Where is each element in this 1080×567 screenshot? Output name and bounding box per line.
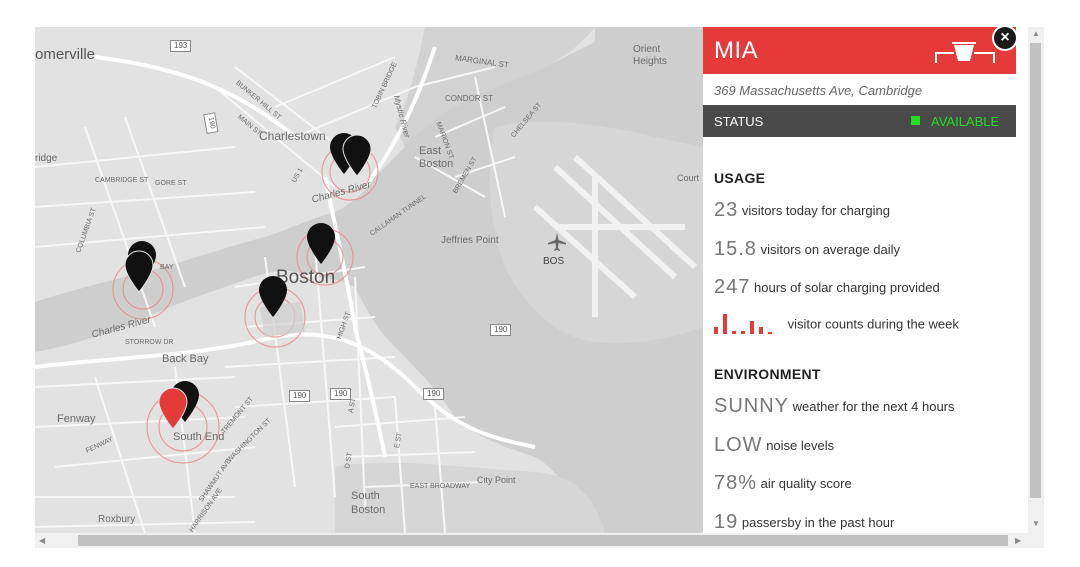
station-detail-panel: MIA × 369 Massachusetts Ave, Cambridge S… <box>703 27 1016 533</box>
map-label: South End <box>173 431 225 443</box>
week-chart-row: visitor counts during the week <box>714 314 959 334</box>
scroll-left-icon[interactable]: ◀ <box>39 536 45 545</box>
status-label: STATUS <box>714 114 764 129</box>
environment-row: 19 passersby in the past hour <box>714 511 894 533</box>
highway-shield: 190 <box>490 324 512 336</box>
street-label: CAMBRIDGE ST <box>95 177 149 184</box>
usage-value: 247 <box>714 276 751 298</box>
environment-value: 19 <box>714 511 739 533</box>
environment-value: LOW <box>714 434 763 456</box>
street-label: GORE ST <box>155 180 187 187</box>
environment-row: 78% air quality score <box>714 472 852 495</box>
scroll-up-icon[interactable]: ▲ <box>1032 29 1040 38</box>
highway-shield: 190 <box>423 388 445 400</box>
environment-desc: passersby in the past hour <box>741 515 895 530</box>
map-label: Fenway <box>57 413 96 425</box>
map-pin-icon[interactable] <box>122 249 156 293</box>
station-name: MIA <box>714 37 759 64</box>
street-label: EAST BROADWAY <box>410 483 471 490</box>
horizontal-scrollbar[interactable]: ◀ ▶ <box>35 533 1028 548</box>
environment-value: SUNNY <box>714 395 790 417</box>
week-visitor-chart <box>714 314 772 334</box>
highway-shield: 190 <box>330 388 352 400</box>
station-address: 369 Massachusetts Ave, Cambridge <box>714 83 923 98</box>
environment-value: 78% <box>714 472 758 494</box>
map-label: Roxbury <box>98 514 136 525</box>
usage-title: USAGE <box>714 170 766 186</box>
scroll-down-icon[interactable]: ▼ <box>1032 519 1040 528</box>
week-chart-bar <box>723 314 727 334</box>
environment-desc: weather for the next 4 hours <box>792 399 955 414</box>
map-label: ridge <box>35 153 58 164</box>
airport-icon <box>548 233 566 251</box>
street-label: City Point <box>477 475 516 485</box>
map-label: Court <box>677 173 700 183</box>
usage-value: 15.8 <box>714 238 757 260</box>
close-button[interactable]: × <box>994 27 1016 49</box>
map-pin-icon[interactable] <box>256 274 290 318</box>
highway-shield: 190 <box>289 390 311 402</box>
status-value: AVAILABLE <box>931 114 1000 129</box>
map-pin-icon[interactable] <box>304 221 338 265</box>
scroll-right-icon[interactable]: ▶ <box>1015 536 1021 545</box>
status-indicator-icon <box>911 116 920 125</box>
map-label: Jeffries Point <box>441 235 499 246</box>
environment-desc: noise levels <box>766 438 835 453</box>
map-label: BOS <box>543 256 565 267</box>
week-chart-bar <box>750 321 754 334</box>
environment-title: ENVIRONMENT <box>714 366 821 382</box>
map-label: Back Bay <box>162 353 209 365</box>
horizontal-scroll-thumb[interactable] <box>78 535 1008 546</box>
week-chart-bar <box>741 331 745 334</box>
close-icon: × <box>1000 29 1010 46</box>
street-label: CONDOR ST <box>445 94 493 103</box>
panel-header: MIA × <box>703 27 1016 74</box>
street-label: STORROW DR <box>125 339 174 346</box>
week-chart-bar <box>759 327 763 334</box>
week-chart-desc: visitor counts during the week <box>787 316 959 332</box>
week-chart-bar <box>732 331 736 334</box>
map-label: omerville <box>35 46 96 63</box>
usage-desc: hours of solar charging provided <box>754 280 940 295</box>
usage-row: 15.8 visitors on average daily <box>714 238 900 261</box>
usage-value: 23 <box>714 199 739 221</box>
vertical-scrollbar[interactable]: ▲ ▼ <box>1028 27 1044 533</box>
map-viewer-frame: omerville Charlestown East Boston Boston… <box>35 27 1044 548</box>
environment-row: LOW noise levels <box>714 434 834 457</box>
map-label: Orient Heights <box>633 44 667 67</box>
vertical-scroll-thumb[interactable] <box>1030 43 1041 498</box>
scrollbar-corner <box>1028 533 1044 548</box>
usage-desc: visitors today for charging <box>741 203 890 218</box>
map-pin-icon[interactable] <box>340 133 374 177</box>
active-map-pin-icon[interactable] <box>156 386 190 430</box>
map-canvas[interactable]: omerville Charlestown East Boston Boston… <box>35 27 703 533</box>
solar-bench-icon <box>935 42 995 63</box>
map-label: South Boston <box>351 490 386 516</box>
usage-row: 23 visitors today for charging <box>714 199 890 222</box>
usage-row: 247 hours of solar charging provided <box>714 276 940 299</box>
environment-row: SUNNY weather for the next 4 hours <box>714 395 955 418</box>
highway-shield: 193 <box>170 40 192 52</box>
week-chart-bar <box>768 332 772 334</box>
status-bar: STATUS AVAILABLE <box>703 105 1016 137</box>
street-label: BAY <box>160 264 174 271</box>
usage-desc: visitors on average daily <box>760 242 901 257</box>
environment-desc: air quality score <box>760 476 852 491</box>
map-label: Charlestown <box>259 129 326 143</box>
week-chart-bar <box>714 327 718 334</box>
